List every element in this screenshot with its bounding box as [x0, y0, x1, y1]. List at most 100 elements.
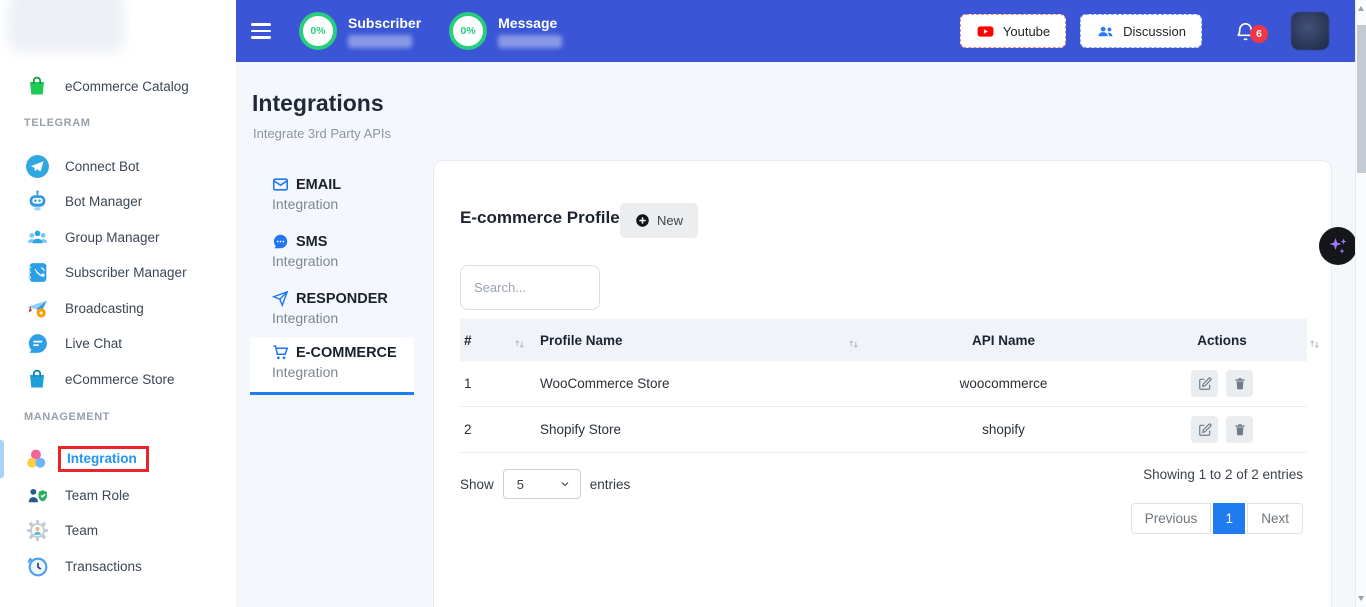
trash-icon — [1233, 377, 1247, 391]
sort-icon[interactable] — [513, 338, 526, 354]
subscriber-stat-label: Subscriber — [348, 15, 421, 31]
row-number: 2 — [460, 422, 540, 437]
page-subtitle: Integrate 3rd Party APIs — [253, 126, 391, 141]
scroll-down-arrow-icon[interactable] — [1358, 596, 1364, 601]
trash-icon — [1233, 423, 1247, 437]
profile-name-cell: Shopify Store — [540, 422, 870, 437]
next-page-button[interactable]: Next — [1247, 503, 1303, 534]
page-scrollbar[interactable] — [1355, 0, 1366, 607]
edit-button[interactable] — [1191, 370, 1218, 397]
profile-name-cell: WooCommerce Store — [540, 376, 870, 391]
search-input[interactable] — [460, 265, 600, 310]
message-stat: 0% Message — [449, 12, 562, 50]
row-number: 1 — [460, 376, 540, 391]
gear-person-icon — [24, 517, 50, 543]
sparkles-icon — [1326, 234, 1350, 258]
sidebar-item-live-chat[interactable]: Live Chat — [0, 326, 236, 360]
sort-icon[interactable] — [1308, 338, 1321, 354]
subscriber-progress-ring: 0% — [299, 12, 337, 50]
subscriber-stat: 0% Subscriber — [299, 12, 421, 50]
sidebar-item-label: Live Chat — [65, 336, 122, 351]
tab-ecommerce-integration[interactable]: E-COMMERCE Integration — [250, 338, 414, 395]
shopping-bag-green-icon — [24, 73, 50, 99]
table-row: 1 WooCommerce Store woocommerce — [460, 361, 1307, 407]
person-shield-icon — [24, 482, 50, 508]
delete-button[interactable] — [1226, 416, 1253, 443]
sms-bubble-icon — [272, 233, 289, 250]
sidebar-item-team[interactable]: Team — [0, 513, 236, 547]
sidebar-item-team-role[interactable]: Team Role — [0, 478, 236, 512]
tab-label: EMAIL — [296, 177, 341, 193]
page-size-select[interactable]: 5 — [503, 469, 581, 499]
send-plane-icon — [272, 290, 289, 307]
plus-circle-icon — [635, 213, 650, 228]
edit-button[interactable] — [1191, 416, 1218, 443]
discussion-icon — [1096, 22, 1115, 41]
page-1-button[interactable]: 1 — [1213, 503, 1245, 534]
sidebar-item-label: Integration — [58, 446, 149, 472]
sidebar-section-management: MANAGEMENT — [24, 411, 110, 423]
message-stat-redacted-value — [498, 35, 562, 48]
sidebar-item-label: eCommerce Store — [65, 372, 175, 387]
entries-label: entries — [590, 477, 631, 492]
tab-sms-integration[interactable]: SMS Integration — [250, 227, 414, 277]
column-header-profile-name[interactable]: Profile Name — [540, 333, 870, 348]
sidebar: eCommerce Catalog TELEGRAM Connect Bot B… — [0, 0, 236, 607]
sort-icon[interactable] — [847, 338, 860, 354]
clock-arrow-icon — [24, 553, 50, 579]
sidebar-item-transactions[interactable]: Transactions — [0, 549, 236, 583]
theme-customizer-button[interactable] — [1319, 227, 1357, 265]
youtube-button[interactable]: Youtube — [960, 14, 1066, 48]
notifications-button[interactable]: 6 — [1234, 20, 1257, 43]
show-label: Show — [460, 477, 494, 492]
app-logo — [8, 0, 124, 52]
scrollbar-thumb[interactable] — [1357, 25, 1366, 173]
tab-label: RESPONDER — [296, 291, 388, 307]
sidebar-item-label: Subscriber Manager — [65, 265, 187, 280]
sidebar-item-bot-manager[interactable]: Bot Manager — [0, 184, 236, 218]
hamburger-menu-icon[interactable] — [251, 23, 271, 38]
chat-bubble-icon — [24, 330, 50, 356]
sidebar-item-label: Transactions — [65, 559, 142, 574]
sidebar-item-label: Group Manager — [65, 230, 160, 245]
message-stat-label: Message — [498, 15, 562, 31]
sidebar-item-label: eCommerce Catalog — [65, 79, 189, 94]
tab-email-integration[interactable]: EMAIL Integration — [250, 170, 414, 220]
page-size-value: 5 — [517, 477, 524, 492]
sidebar-item-integration[interactable]: Integration — [0, 442, 236, 476]
tab-sublabel: Integration — [272, 310, 414, 326]
delete-button[interactable] — [1226, 370, 1253, 397]
tab-sublabel: Integration — [272, 253, 414, 269]
column-header-api-name[interactable]: API Name — [870, 333, 1137, 348]
user-avatar[interactable] — [1291, 12, 1329, 50]
previous-page-button[interactable]: Previous — [1131, 503, 1212, 534]
tab-label: SMS — [296, 234, 327, 250]
contact-book-icon — [24, 259, 50, 285]
tab-label: E-COMMERCE — [296, 345, 397, 361]
edit-icon — [1198, 423, 1212, 437]
sidebar-item-group-manager[interactable]: Group Manager — [0, 220, 236, 254]
new-profile-button[interactable]: New — [620, 203, 698, 238]
notification-count-badge: 6 — [1250, 25, 1268, 43]
sidebar-item-connect-bot[interactable]: Connect Bot — [0, 149, 236, 183]
tab-responder-integration[interactable]: RESPONDER Integration — [250, 284, 414, 334]
column-header-actions[interactable]: Actions — [1137, 333, 1307, 348]
robot-icon — [24, 188, 50, 214]
sidebar-item-broadcasting[interactable]: Broadcasting — [0, 291, 236, 325]
sidebar-item-label: Team Role — [65, 488, 130, 503]
column-header-num[interactable]: # — [460, 333, 540, 348]
api-name-cell: shopify — [870, 422, 1137, 437]
cart-icon — [272, 344, 289, 361]
youtube-button-label: Youtube — [1003, 24, 1050, 39]
page-title: Integrations — [252, 90, 384, 117]
sidebar-item-ecommerce-catalog[interactable]: eCommerce Catalog — [0, 69, 236, 103]
scroll-up-arrow-icon[interactable] — [1358, 6, 1364, 11]
ecommerce-profile-card: E-commerce Profile New # Profile Name — [433, 160, 1332, 607]
sidebar-section-telegram: TELEGRAM — [24, 117, 91, 129]
table-row: 2 Shopify Store shopify — [460, 407, 1307, 453]
showing-entries-text: Showing 1 to 2 of 2 entries — [1143, 467, 1303, 482]
discussion-button[interactable]: Discussion — [1080, 14, 1202, 48]
sidebar-item-subscriber-manager[interactable]: Subscriber Manager — [0, 255, 236, 289]
discussion-button-label: Discussion — [1123, 24, 1186, 39]
sidebar-item-ecommerce-store[interactable]: eCommerce Store — [0, 362, 236, 396]
